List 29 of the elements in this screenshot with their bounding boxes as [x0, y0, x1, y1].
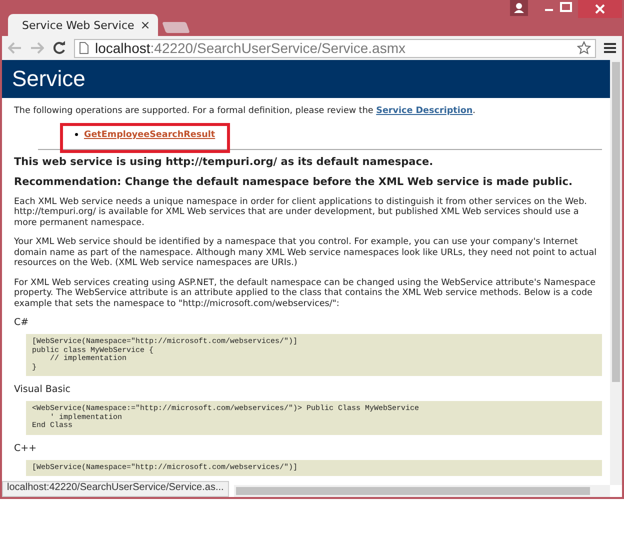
section-heading: Recommendation: Change the default namespace before the XML Web service is made public. [14, 176, 574, 188]
url-text: localhost:42220/SearchUserService/Service.asmx [95, 40, 406, 56]
maximize-icon[interactable] [560, 2, 572, 12]
browser-tab[interactable]: Service Web Service × [8, 14, 158, 36]
intro-text: The following operations are supported. For a formal definition, please review the Service Description. [14, 106, 476, 116]
tab-title: Service Web Service [22, 18, 134, 32]
operation-link[interactable]: GetEmployeeSearchResult [84, 130, 216, 140]
close-tab-button[interactable]: × [140, 18, 150, 32]
star-icon[interactable] [577, 41, 591, 55]
status-bar: localhost:42220/SearchUserService/Service.as... [2, 481, 229, 497]
vertical-scrollbar[interactable] [610, 60, 622, 485]
reload-icon[interactable] [52, 41, 66, 55]
page-header: Service [2, 60, 610, 98]
language-label: C# [14, 317, 30, 328]
address-bar[interactable]: localhost:42220/SearchUserService/Service.asmx [74, 38, 596, 58]
language-label: Visual Basic [14, 384, 72, 395]
horizontal-scrollbar[interactable] [234, 485, 610, 497]
paragraph: For XML Web services creating using ASP.NET, the default namespace can be changed using the WebService attribute's Namespace property. The WebService attribute is an attribute applied to the class that contains the XML Web service methods. Below is a code example that sets the namespace to "http://microsoft.com/webservices/": [14, 278, 597, 309]
service-description-link[interactable]: Service Description [376, 106, 473, 116]
language-label: C++ [14, 442, 38, 454]
section-heading: This web service is using http://tempuri.org/ as its default namespace. [14, 156, 434, 168]
menu-icon[interactable] [604, 42, 616, 54]
new-tab-button[interactable] [162, 22, 190, 33]
close-window-button[interactable] [578, 0, 622, 18]
paragraph: Each XML Web service needs a unique namespace in order for client applications to distinguish it from other services on the Web. http://tempuri.org/ is available for XML Web services that are under development, but published XML Web services should use a more permanent namespace. [14, 196, 588, 228]
user-icon[interactable] [510, 0, 528, 16]
page-icon [79, 42, 89, 54]
close-icon [595, 4, 605, 14]
paragraph: Your XML Web service should be identified by a namespace that you control. For example, you can use your company's Internet domain name as part of the namespace. Although many XML Web service namespaces look like URLs, they need not point to actual resources on the Web. (XML Web service namespaces are URIs.) [14, 237, 598, 268]
